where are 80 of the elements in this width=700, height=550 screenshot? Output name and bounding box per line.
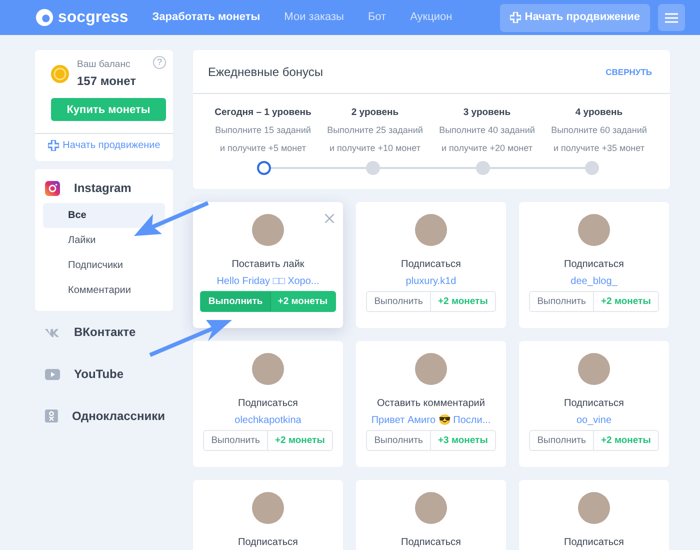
complete-button[interactable]: Выполнить [367, 292, 431, 312]
plus-icon [48, 140, 59, 152]
nav-link[interactable]: Заработать монеты [152, 9, 260, 26]
task-action: Подписаться [564, 397, 624, 412]
card-title: Ежедневные бонусы [208, 64, 324, 81]
level-description: и получите +35 монет [554, 142, 644, 155]
start-promotion-button[interactable]: Начать продвижение [500, 4, 650, 32]
network-item[interactable]: ВКонтакте [43, 317, 165, 348]
complete-button[interactable]: Выполнить [530, 292, 594, 312]
logo-icon [35, 8, 54, 27]
balance-amount: 157 монет [77, 73, 136, 90]
help-icon[interactable]: ? [153, 56, 166, 69]
task-action: Оставить комментарий [377, 397, 485, 412]
avatar-photo-placeholder [578, 214, 610, 246]
plus-icon [510, 12, 521, 23]
nav-link[interactable]: Аукцион [410, 9, 452, 26]
avatar-photo-placeholder [415, 353, 447, 386]
task-target-link[interactable]: dee_blog_ [570, 274, 618, 290]
reward-amount: +2 монеты [600, 294, 652, 309]
complete-button[interactable]: Выполнить [367, 431, 431, 450]
reward-amount: +2 монеты [436, 294, 489, 309]
avatar-photo-placeholder [252, 353, 284, 386]
avatar-photo-placeholder [578, 492, 610, 524]
reward-amount: +2 монеты [274, 434, 326, 448]
avatar-photo-placeholder [252, 492, 284, 524]
network-item[interactable]: Одноклассники [43, 401, 165, 432]
logo-text: socgress [58, 8, 128, 28]
complete-button[interactable]: Выполнить [204, 431, 268, 450]
menu-icon [665, 12, 678, 22]
task-action: Подписаться [401, 536, 461, 550]
category-item[interactable]: Лайки [43, 228, 165, 254]
level-description: Выполните 15 заданий [215, 124, 311, 138]
start-promotion-link[interactable]: Начать продвижение [48, 138, 160, 154]
reward-amount: +3 монеты [436, 434, 489, 448]
coin-icon [51, 65, 69, 84]
category-item[interactable]: Все [43, 203, 165, 228]
task-action: Подписаться [238, 397, 298, 412]
task-action: Поставить лайк [232, 258, 304, 272]
complete-button[interactable]: Выполнить [201, 292, 271, 312]
task-action: Подписаться [238, 536, 298, 550]
level-description: и получите +20 монет [442, 142, 532, 155]
network-item[interactable]: Instagram [43, 177, 165, 204]
level-description: Выполните 60 заданий [551, 124, 647, 138]
close-icon[interactable] [325, 214, 334, 223]
avatar-photo-placeholder [415, 492, 447, 524]
complete-button[interactable]: Выполнить [530, 431, 594, 450]
youtube-icon [45, 368, 60, 380]
menu-button[interactable] [658, 4, 685, 31]
avatar-photo-placeholder [252, 214, 284, 246]
odnoklassniki-icon [45, 409, 58, 424]
reward-amount: +2 монеты [600, 434, 652, 448]
task-target-link[interactable]: olechkapotkina [234, 413, 302, 428]
balance-label: Ваш баланс [77, 58, 132, 72]
avatar-photo-placeholder [578, 353, 610, 386]
vk-icon [45, 328, 60, 337]
buy-coins-button[interactable]: Купить монеты [51, 98, 166, 122]
nav-link[interactable]: Мои заказы [284, 9, 344, 26]
task-target-link[interactable]: oo_vine [576, 413, 612, 428]
level-title: 3 уровень [463, 106, 511, 120]
level-title: 4 уровень [575, 106, 623, 120]
network-item[interactable]: YouTube [43, 359, 165, 390]
level-title: Сегодня – 1 уровень [214, 106, 312, 120]
task-action: Подписаться [564, 536, 624, 550]
task-target-link[interactable]: Hello Friday □□ Хоро... [216, 274, 320, 290]
task-target-link[interactable]: Привет Амиго 😎 Посли... [371, 413, 491, 428]
level-description: Выполните 40 заданий [439, 124, 535, 138]
category-item[interactable]: Комментарии [43, 278, 165, 304]
level-description: Выполните 25 заданий [327, 124, 423, 138]
task-action: Подписаться [401, 258, 461, 272]
avatar-photo-placeholder [415, 214, 447, 246]
instagram-icon [45, 180, 60, 196]
reward-amount: +2 монеты [276, 294, 329, 309]
task-target-link[interactable]: pluxury.k1d [406, 274, 456, 290]
category-item[interactable]: Подписчики [43, 253, 165, 278]
nav-link[interactable]: Бот [368, 9, 386, 26]
level-title: 2 уровень [351, 106, 399, 120]
task-action: Подписаться [564, 258, 624, 272]
level-description: и получите +10 монет [330, 142, 420, 155]
collapse-link[interactable]: СВЕРНУТЬ [606, 66, 652, 78]
level-description: и получите +5 монет [220, 142, 306, 155]
